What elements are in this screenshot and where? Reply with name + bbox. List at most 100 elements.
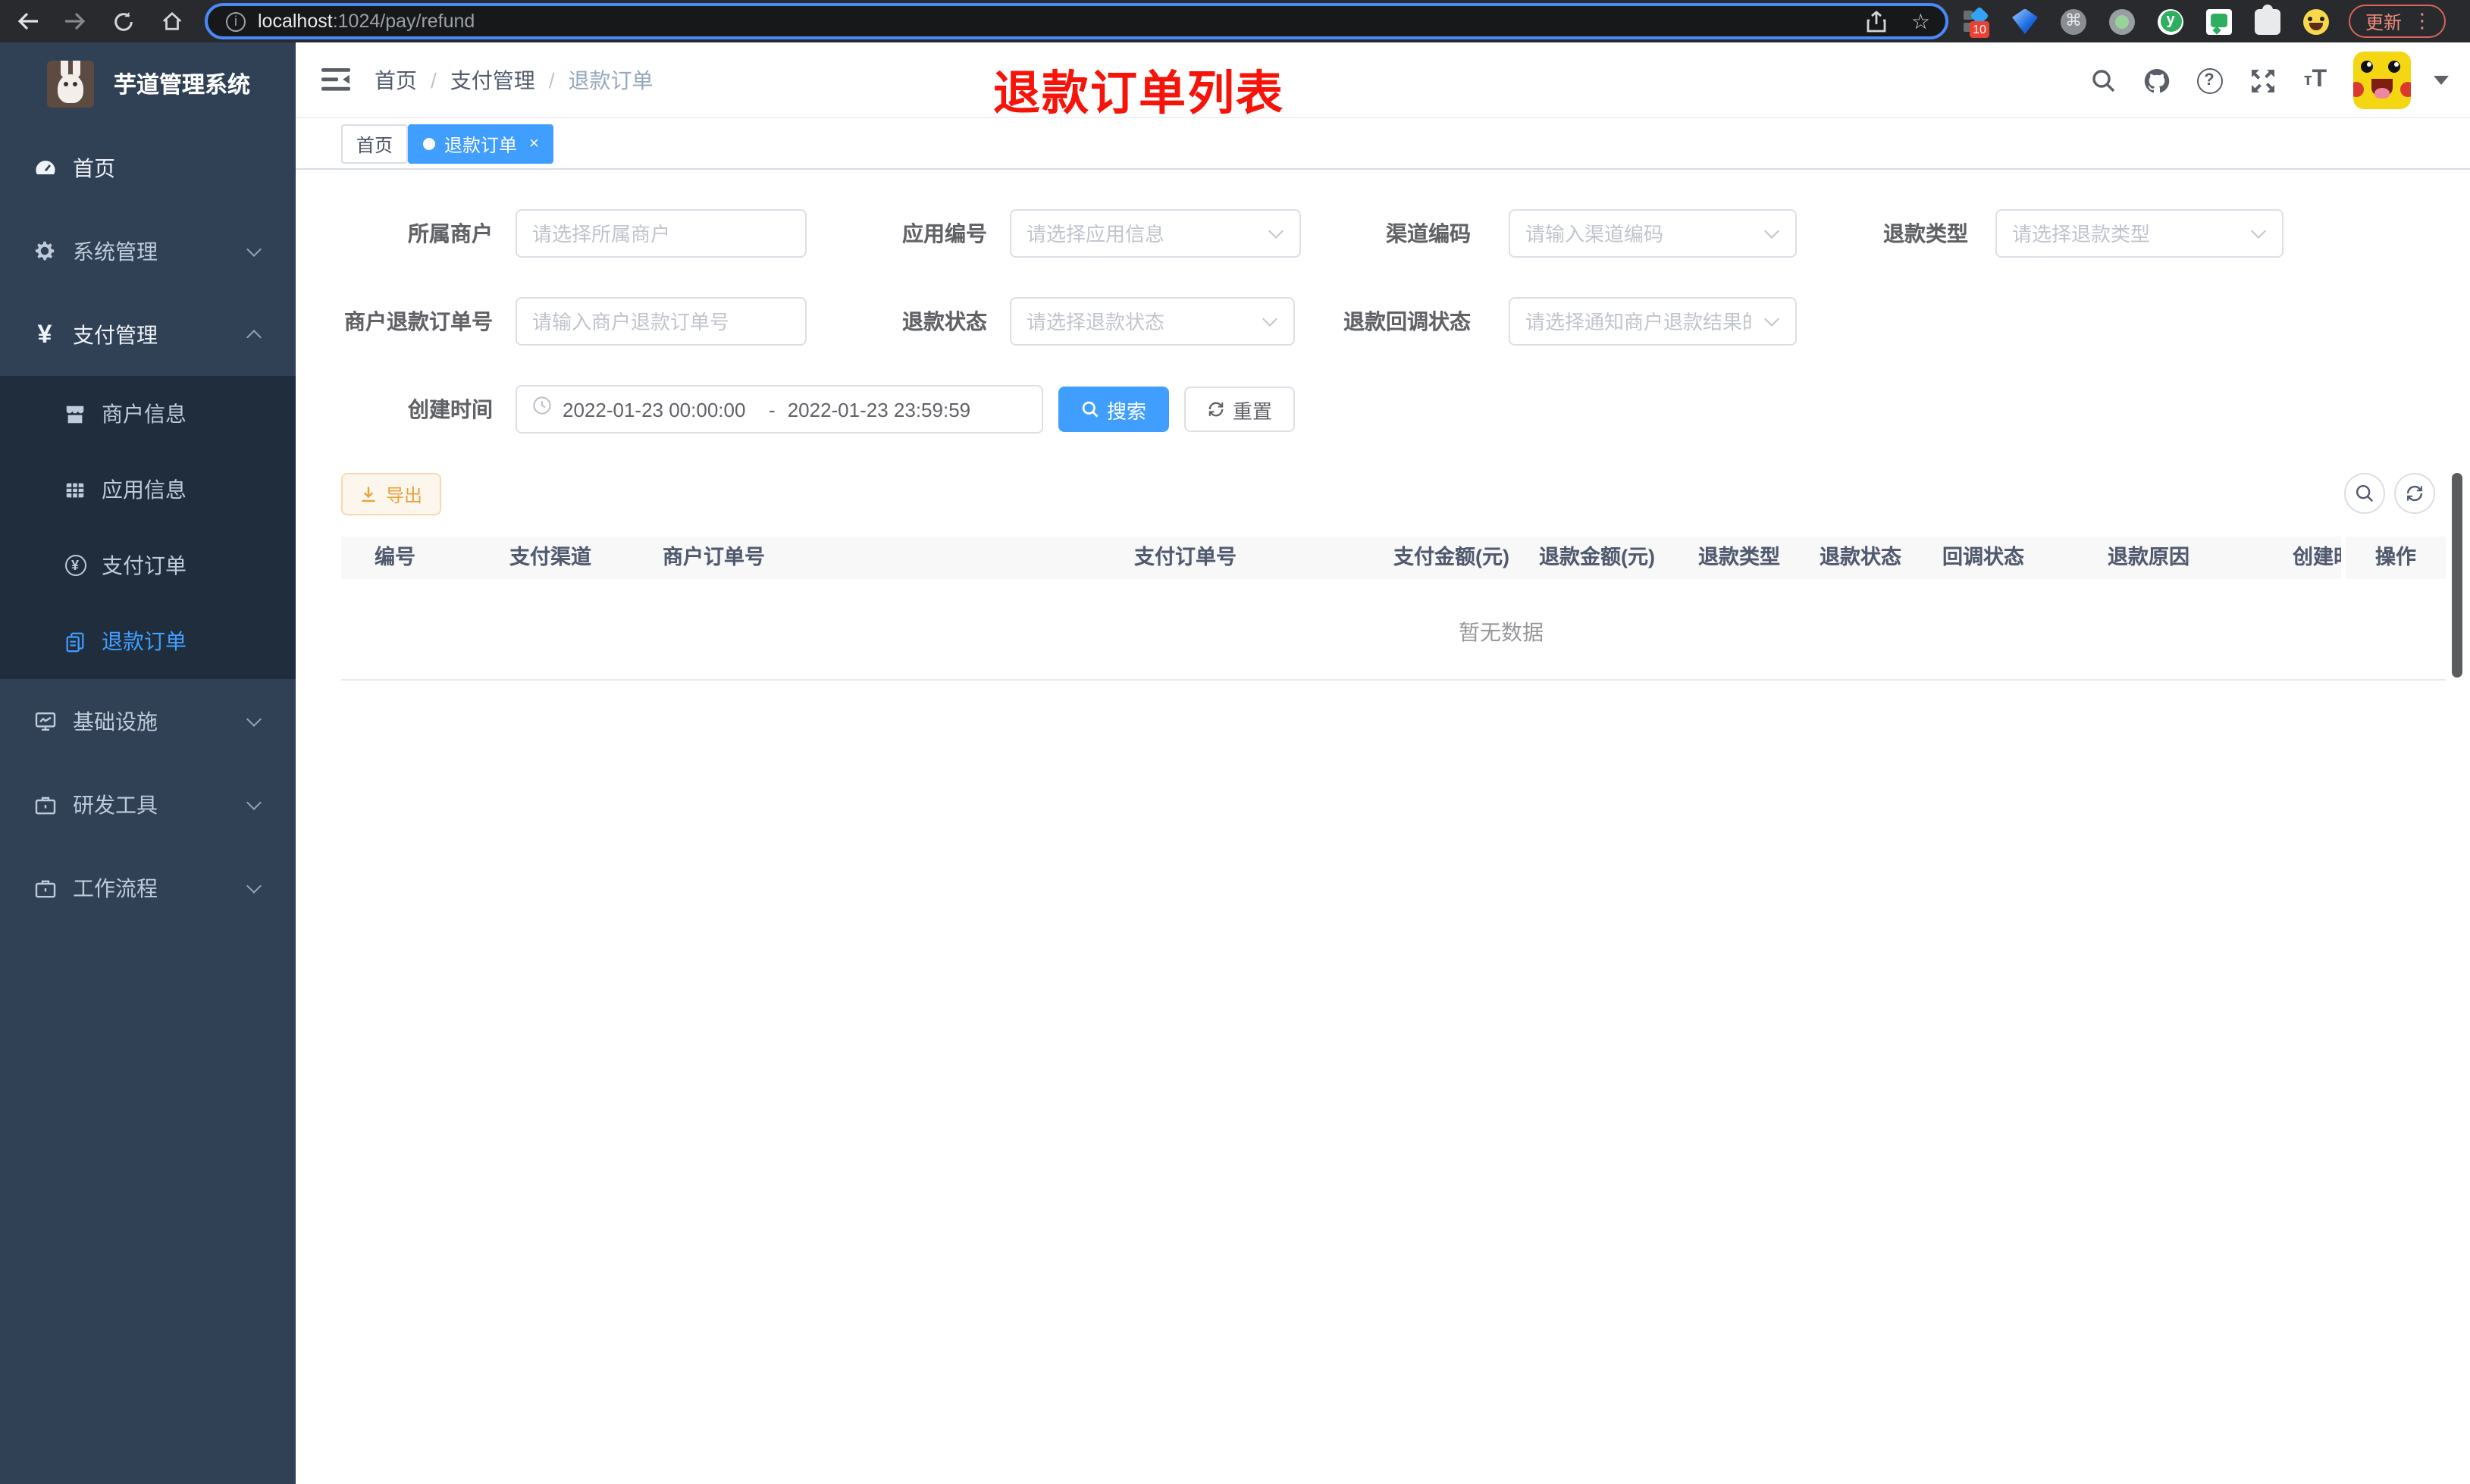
github-icon[interactable] <box>2141 65 2171 95</box>
tabs-counter-extension-icon[interactable]: 10 <box>1964 5 1989 37</box>
sidebar-item-label: 工作流程 <box>73 875 158 900</box>
yudao-extension-icon[interactable] <box>2158 8 2183 34</box>
show-search-toggle-button[interactable] <box>2344 473 2385 514</box>
chevron-down-icon <box>246 711 262 726</box>
sidebar-item-workflow[interactable]: 工作流程 <box>0 846 296 929</box>
command-extension-icon[interactable]: ⌘ <box>2061 8 2086 34</box>
chevron-down-icon <box>2251 224 2266 239</box>
gear-icon <box>32 238 58 264</box>
refund-type-select[interactable] <box>1995 209 2283 258</box>
sidebar-item-home[interactable]: 首页 <box>0 126 296 209</box>
app-select[interactable] <box>1010 209 1301 258</box>
sidebar-item-label: 基础设施 <box>73 709 158 733</box>
chat-extension-icon[interactable] <box>2206 8 2232 34</box>
url-bar[interactable]: i localhost:1024/pay/refund ☆ <box>205 3 1948 39</box>
search-button[interactable]: 搜索 <box>1058 387 1169 432</box>
empty-placeholder: 暂无数据 <box>1459 620 1544 644</box>
recorder-extension-icon[interactable] <box>2109 8 2135 34</box>
sidebar-item-label: 首页 <box>73 155 115 180</box>
breadcrumb: 首页 / 支付管理 / 退款订单 <box>375 42 654 118</box>
sidebar-item-system[interactable]: 系统管理 <box>0 209 296 293</box>
sidebar-item-pay-order[interactable]: ¥ 支付订单 <box>0 528 296 603</box>
site-info-icon[interactable]: i <box>226 11 246 31</box>
browser-toolbar: i localhost:1024/pay/refund ☆ 10 ⌘ 更新 ⋮ <box>0 0 2470 42</box>
col-id: 编号 <box>375 546 415 568</box>
scrollbar-thumb[interactable] <box>2452 473 2462 678</box>
browser-reload-icon[interactable] <box>111 9 135 33</box>
channel-select[interactable] <box>1509 209 1797 258</box>
breadcrumb-current: 退款订单 <box>568 68 654 92</box>
extensions-puzzle-icon[interactable] <box>2255 4 2280 34</box>
url-text: localhost:1024/pay/refund <box>258 11 475 32</box>
export-button[interactable]: 导出 <box>341 473 441 515</box>
active-tab-dot <box>423 138 435 150</box>
create-time-range-picker[interactable]: 2022-01-23 00:00:00 - 2022-01-23 23:59:5… <box>516 385 1043 434</box>
col-pay-order-no: 支付订单号 <box>1134 546 1237 568</box>
tab-refund-order[interactable]: 退款订单 × <box>408 124 554 164</box>
breadcrumb-separator: / <box>431 68 437 92</box>
bookmark-star-icon[interactable]: ☆ <box>1911 11 1930 32</box>
chevron-up-icon <box>246 329 262 344</box>
merchant-refund-no-input[interactable] <box>516 297 807 346</box>
breadcrumb-separator: / <box>548 68 555 92</box>
toolbox-icon <box>32 791 58 817</box>
browser-extensions: 10 ⌘ <box>1964 0 2329 42</box>
sidebar-item-refund-order[interactable]: 退款订单 <box>0 603 296 679</box>
col-pay-amount: 支付金额(元) <box>1393 546 1509 568</box>
notify-status-select[interactable] <box>1509 297 1797 346</box>
col-notify-status: 回调状态 <box>1942 546 2024 568</box>
shop-icon <box>64 402 86 425</box>
close-tab-icon[interactable]: × <box>529 136 539 152</box>
sidebar-item-infra[interactable]: 基础设施 <box>0 679 296 762</box>
sidebar-submenu-pay: 商户信息 应用信息 ¥ 支付订单 退款订单 <box>0 376 296 679</box>
refund-status-select[interactable] <box>1010 297 1295 346</box>
share-icon[interactable] <box>1867 10 1887 33</box>
user-avatar[interactable] <box>2353 52 2411 109</box>
table-header: 编号 支付渠道 商户订单号 支付订单号 支付金额(元) 退款金额(元) 退款类型… <box>341 537 2446 579</box>
col-refund-amount: 退款金额(元) <box>1539 546 1655 568</box>
breadcrumb-home[interactable]: 首页 <box>375 65 417 95</box>
refresh-table-button[interactable] <box>2394 473 2435 514</box>
col-refund-reason: 退款原因 <box>2108 546 2189 568</box>
chevron-down-icon <box>1764 312 1779 327</box>
filter-label-merchant: 所属商户 <box>408 221 493 246</box>
browser-update-button[interactable]: 更新 ⋮ <box>2349 5 2446 38</box>
monitor-chart-icon <box>32 708 58 734</box>
browser-forward-icon[interactable] <box>62 9 86 33</box>
chevron-down-icon <box>246 794 262 809</box>
sidebar-item-merchant-info[interactable]: 商户信息 <box>0 376 296 452</box>
sidebar-item-label: 系统管理 <box>73 239 158 263</box>
emoji-extension-icon[interactable] <box>2303 8 2329 34</box>
browser-menu-icon[interactable]: ⋮ <box>2412 9 2432 33</box>
gem-extension-icon[interactable] <box>2012 8 2038 34</box>
reset-button[interactable]: 重置 <box>1184 387 1295 432</box>
page-title-annotation: 退款订单列表 <box>993 67 1284 120</box>
help-icon[interactable]: ? <box>2194 65 2224 95</box>
app-logo[interactable]: 芋道管理系统 <box>0 42 296 126</box>
chevron-down-icon <box>246 878 262 893</box>
filter-label-notify-status: 退款回调状态 <box>1343 309 1471 333</box>
table-grid-icon <box>64 478 86 501</box>
extension-badge: 10 <box>1970 20 1989 37</box>
sidebar-item-devtools[interactable]: 研发工具 <box>0 762 296 846</box>
dashboard-icon <box>32 155 58 180</box>
main-panel: 首页 / 支付管理 / 退款订单 退款订单列表 ? т T 首页 退款订单 × … <box>296 42 2470 1484</box>
refresh-icon <box>1208 402 1224 417</box>
tab-home[interactable]: 首页 <box>341 124 409 164</box>
browser-back-icon[interactable] <box>15 9 39 33</box>
breadcrumb-section[interactable]: 支付管理 <box>450 65 535 95</box>
sidebar-item-app-info[interactable]: 应用信息 <box>0 452 296 528</box>
font-size-icon[interactable]: тT <box>2300 65 2331 95</box>
merchant-select[interactable] <box>516 209 807 258</box>
search-icon[interactable] <box>2088 65 2118 95</box>
sidebar-collapse-icon[interactable] <box>321 67 350 92</box>
fullscreen-icon[interactable] <box>2247 65 2277 95</box>
filter-label-refund-status: 退款状态 <box>902 309 987 333</box>
range-end-value: 2022-01-23 23:59:59 <box>787 398 971 421</box>
col-create-time-clipped: 创建时间 <box>2293 546 2341 568</box>
sidebar-item-label: 支付管理 <box>73 322 158 346</box>
avatar-caret-down-icon[interactable] <box>2434 76 2449 85</box>
sidebar-item-pay[interactable]: ¥ 支付管理 <box>0 293 296 376</box>
browser-home-icon[interactable] <box>159 9 183 33</box>
yen-icon: ¥ <box>37 320 52 349</box>
